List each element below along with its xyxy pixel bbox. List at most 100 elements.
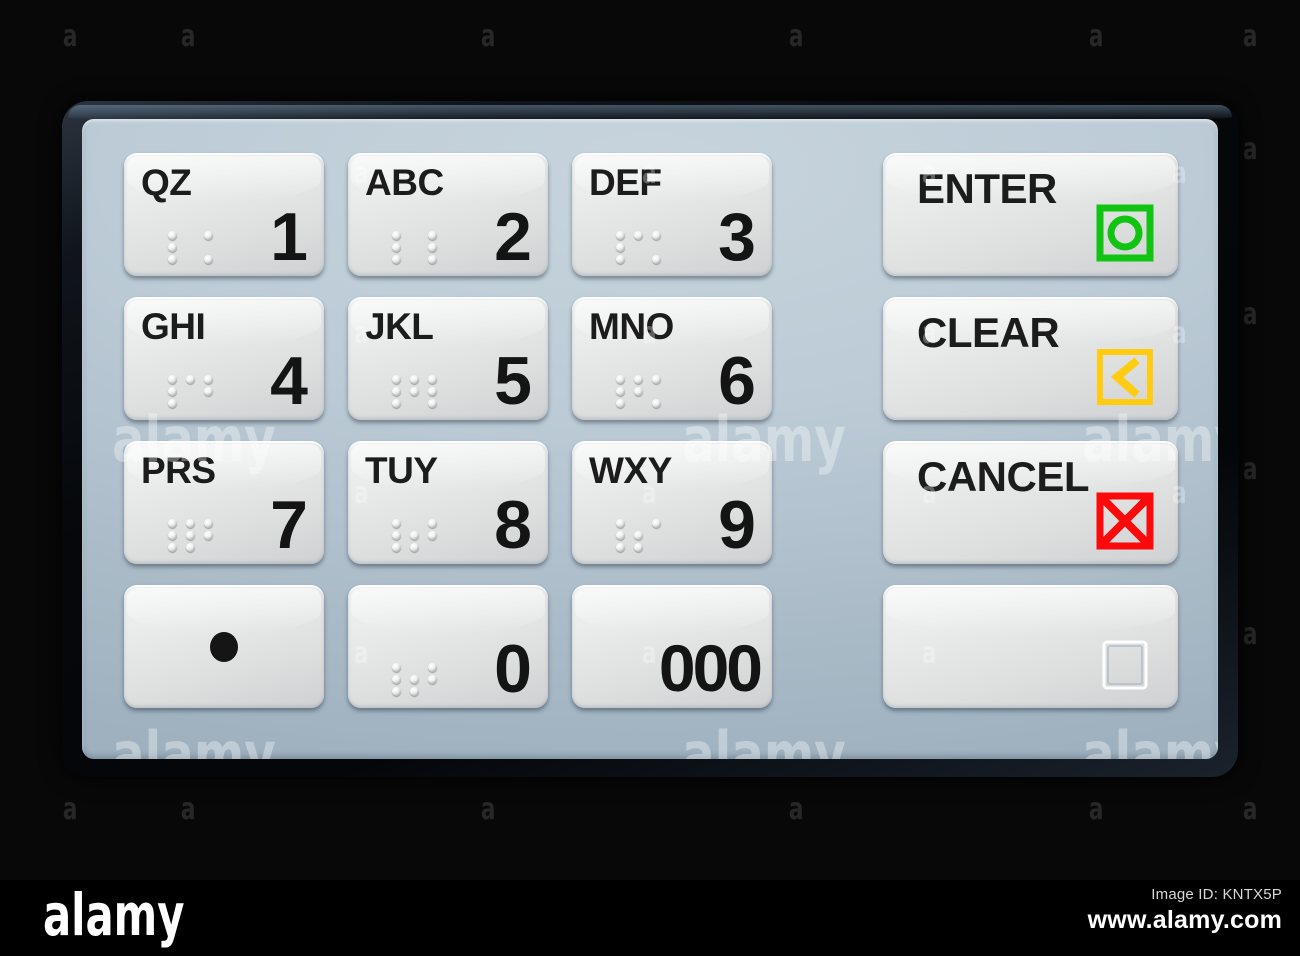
braille-dot: [186, 543, 195, 552]
stock-footer-bar: alamy Image ID: KNTX5P www.alamy.com: [0, 880, 1300, 956]
key-digit: 9: [718, 486, 756, 563]
braille-dot: [428, 399, 437, 408]
braille-dot: [168, 231, 177, 240]
key-digit: 2: [494, 198, 532, 275]
braille-dot: [410, 399, 419, 408]
braille-dot: [428, 375, 437, 384]
braille-dots: [616, 231, 661, 264]
key-2[interactable]: ABC 2: [348, 153, 548, 276]
braille-dot: [168, 255, 177, 264]
braille-dot: [652, 375, 661, 384]
key-digit: 8: [494, 486, 532, 563]
braille-dot: [634, 387, 643, 396]
braille-dot: [410, 543, 419, 552]
braille-dots: [392, 375, 437, 408]
braille-dot: [616, 399, 625, 408]
key-function-blank[interactable]: [883, 585, 1178, 708]
braille-dot: [186, 231, 195, 240]
key-decimal-point[interactable]: [124, 585, 324, 708]
watermark-letter: a: [1242, 132, 1258, 167]
watermark-letter: a: [180, 19, 196, 54]
watermark-letter: a: [1242, 792, 1258, 827]
braille-dots: [392, 663, 437, 696]
watermark-letter: a: [180, 792, 196, 827]
key-3[interactable]: DEF 3: [572, 153, 772, 276]
key-letters: PRS: [141, 450, 216, 491]
braille-dot: [392, 243, 401, 252]
key-6[interactable]: MNO 6: [572, 297, 772, 420]
braille-dot: [168, 399, 177, 408]
braille-dot: [410, 255, 419, 264]
enter-circle-icon: [1096, 204, 1154, 262]
image-id-text: Image ID: KNTX5P: [1151, 886, 1282, 903]
braille-dot: [652, 531, 661, 540]
watermark-logo: alamy: [682, 718, 846, 760]
braille-dot: [634, 375, 643, 384]
braille-dot: [652, 387, 661, 396]
braille-dots: [392, 519, 437, 552]
braille-dot: [616, 543, 625, 552]
braille-dot: [616, 531, 625, 540]
function-key-label: CANCEL: [917, 453, 1090, 500]
keypad-gap: [772, 153, 883, 727]
braille-dot: [634, 531, 643, 540]
braille-dot: [652, 231, 661, 240]
braille-dot: [428, 231, 437, 240]
braille-dot: [428, 663, 437, 672]
key-digit: 7: [270, 486, 308, 563]
braille-dot: [410, 687, 419, 696]
keypad-panel: QZ 1 ABC 2 DEF 3 GHI 4 JKL 5 MNO 6 PRS 7 TUY 8 WXY 9 0 000 …: [82, 119, 1218, 759]
braille-dot: [204, 243, 213, 252]
key-000[interactable]: 000: [572, 585, 772, 708]
braille-dot: [410, 243, 419, 252]
key-enter[interactable]: ENTER: [883, 153, 1178, 276]
key-digit: 000: [658, 630, 763, 705]
braille-dot: [392, 387, 401, 396]
braille-dot: [392, 675, 401, 684]
key-letters: MNO: [589, 306, 674, 347]
watermark-letter: a: [788, 792, 804, 827]
braille-dot: [204, 255, 213, 264]
key-digit: 3: [718, 198, 756, 275]
braille-dot: [634, 399, 643, 408]
cross-box-icon: [1096, 492, 1154, 550]
key-9[interactable]: WXY 9: [572, 441, 772, 564]
watermark-letter: a: [1242, 19, 1258, 54]
key-4[interactable]: GHI 4: [124, 297, 324, 420]
key-digit: 0: [494, 630, 532, 707]
key-8[interactable]: TUY 8: [348, 441, 548, 564]
key-1[interactable]: QZ 1: [124, 153, 324, 276]
key-cancel[interactable]: CANCEL: [883, 441, 1178, 564]
braille-dot: [634, 243, 643, 252]
braille-dot: [186, 243, 195, 252]
braille-dot: [616, 375, 625, 384]
braille-dot: [428, 687, 437, 696]
key-letters: WXY: [589, 450, 672, 491]
braille-dot: [204, 231, 213, 240]
watermark-letter: a: [62, 792, 78, 827]
braille-dot: [652, 255, 661, 264]
braille-dot: [168, 543, 177, 552]
braille-dot: [616, 255, 625, 264]
keypad-bezel: QZ 1 ABC 2 DEF 3 GHI 4 JKL 5 MNO 6 PRS 7 TUY 8 WXY 9 0 000 …: [62, 101, 1238, 777]
braille-dots: [168, 231, 213, 264]
braille-dots: [168, 375, 213, 408]
key-letters: TUY: [365, 450, 438, 491]
braille-dot: [186, 531, 195, 540]
braille-dot: [168, 243, 177, 252]
back-chevron-icon: [1096, 348, 1154, 406]
key-clear[interactable]: CLEAR: [883, 297, 1178, 420]
braille-dot: [616, 387, 625, 396]
key-letters: GHI: [141, 306, 206, 347]
braille-dot: [428, 543, 437, 552]
key-5[interactable]: JKL 5: [348, 297, 548, 420]
key-7[interactable]: PRS 7: [124, 441, 324, 564]
braille-dot: [392, 687, 401, 696]
watermark-letter: a: [480, 792, 496, 827]
braille-dot: [392, 543, 401, 552]
key-0[interactable]: 0: [348, 585, 548, 708]
watermark-letter: a: [480, 19, 496, 54]
braille-dot: [204, 387, 213, 396]
braille-dot: [186, 387, 195, 396]
braille-dot: [634, 543, 643, 552]
